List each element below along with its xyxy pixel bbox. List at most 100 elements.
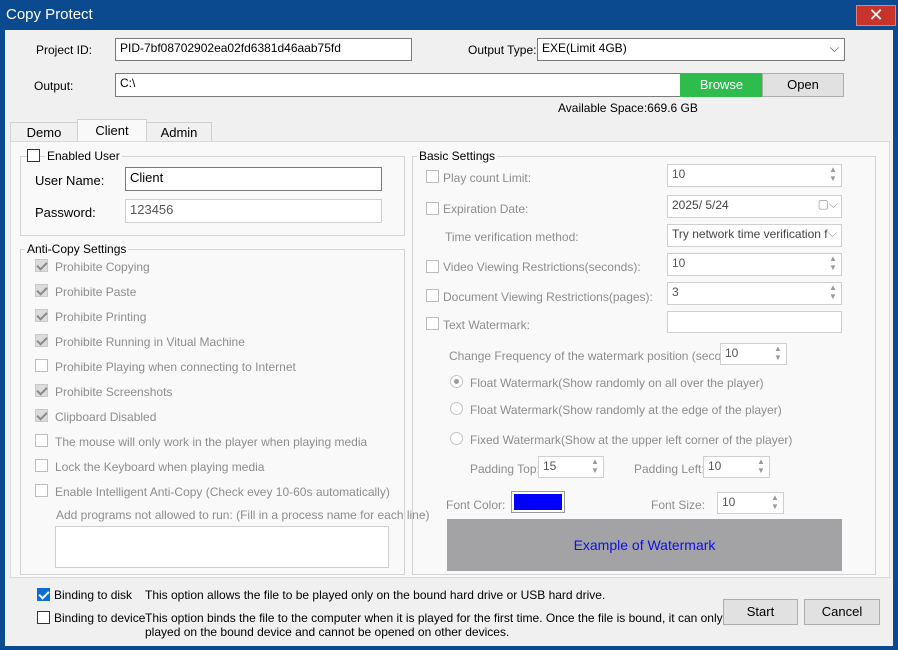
- binding-device-checkbox[interactable]: [37, 611, 50, 624]
- text-watermark-label: Text Watermark:: [443, 318, 530, 332]
- expiration-value: 2025/ 5/24: [672, 198, 729, 212]
- anti-copy-checkbox-0[interactable]: [35, 259, 48, 272]
- video-restrict-stepper[interactable]: 10 ▲ ▼: [667, 253, 842, 276]
- video-restrict-checkbox[interactable]: [426, 260, 439, 273]
- padding-left-label: Padding Left:: [634, 462, 705, 476]
- font-color-swatch[interactable]: [511, 491, 565, 513]
- change-frequency-label: Change Frequency of the watermark positi…: [449, 349, 742, 363]
- programs-label: Add programs not allowed to run: (Fill i…: [56, 508, 430, 522]
- chevron-down-icon: ⌵: [827, 226, 837, 241]
- time-verification-select[interactable]: Try network time verification fir: ⌵: [667, 224, 842, 247]
- binding-disk-label: Binding to disk: [54, 588, 133, 602]
- copy-protect-window: Copy Protect ✕ Project ID: PID-7bf087029…: [0, 0, 898, 650]
- output-type-value: EXE(Limit 4GB): [542, 41, 627, 55]
- start-button[interactable]: Start: [723, 599, 798, 625]
- expiration-checkbox[interactable]: [426, 202, 439, 215]
- binding-device-label: Binding to device: [54, 611, 146, 625]
- window-title: Copy Protect: [6, 6, 93, 23]
- project-id-label: Project ID:: [36, 43, 93, 57]
- anti-copy-checkbox-7[interactable]: [35, 434, 48, 447]
- text-watermark-input[interactable]: [667, 311, 842, 333]
- anti-copy-label-3: Prohibite Running in Vitual Machine: [55, 335, 245, 349]
- client-tab-panel: Enabled User User Name: Client Password:…: [10, 141, 890, 578]
- video-restrict-value: 10: [672, 256, 686, 270]
- radio-float-edge[interactable]: [450, 402, 463, 415]
- password-input[interactable]: 123456: [125, 199, 382, 223]
- anti-copy-checkbox-3[interactable]: [35, 334, 48, 347]
- enabled-user-label: Enabled User: [45, 149, 122, 163]
- anti-copy-checkbox-8[interactable]: [35, 459, 48, 472]
- change-frequency-value: 10: [725, 346, 739, 360]
- tab-demo[interactable]: Demo: [10, 122, 78, 142]
- doc-restrict-label: Document Viewing Restrictions(pages):: [443, 290, 653, 304]
- anti-copy-label-2: Prohibite Printing: [55, 310, 147, 324]
- username-label: User Name:: [35, 173, 105, 188]
- calendar-dropdown-icon: ▢⌵: [817, 197, 838, 211]
- anti-copy-title: Anti-Copy Settings: [25, 242, 129, 256]
- padding-left-value: 10: [708, 459, 722, 473]
- anti-copy-checkbox-9[interactable]: [35, 484, 48, 497]
- basic-settings-title: Basic Settings: [417, 149, 498, 163]
- binding-disk-checkbox[interactable]: [37, 588, 50, 601]
- doc-restrict-checkbox[interactable]: [426, 289, 439, 302]
- anti-copy-label-4: Prohibite Playing when connecting to Int…: [55, 360, 296, 374]
- close-button[interactable]: ✕: [856, 5, 896, 26]
- radio-float-all[interactable]: [450, 375, 463, 388]
- tab-admin[interactable]: Admin: [146, 122, 212, 142]
- anti-copy-label-9: Enable Intelligent Anti-Copy (Check evey…: [55, 485, 390, 499]
- browse-button[interactable]: Browse: [680, 73, 763, 97]
- project-id-field[interactable]: PID-7bf08702902ea02fd6381d46aab75fd: [115, 38, 412, 61]
- output-type-label: Output Type:: [468, 43, 537, 57]
- padding-left-stepper[interactable]: 10 ▲ ▼: [703, 456, 770, 478]
- output-path-field[interactable]: C:\: [115, 73, 681, 97]
- spin-arrows-icon: ▲ ▼: [829, 165, 837, 183]
- font-size-stepper[interactable]: 10 ▲ ▼: [717, 492, 784, 514]
- username-input[interactable]: Client: [125, 167, 382, 191]
- anti-copy-checkbox-5[interactable]: [35, 384, 48, 397]
- anti-copy-label-1: Prohibite Paste: [55, 285, 137, 299]
- radio-float-all-label: Float Watermark(Show randomly on all ove…: [470, 376, 764, 390]
- spin-arrows-icon: ▲ ▼: [829, 254, 837, 272]
- anti-copy-checkbox-1[interactable]: [35, 284, 48, 297]
- anti-copy-label-7: The mouse will only work in the player w…: [55, 435, 368, 449]
- anti-copy-checkbox-2[interactable]: [35, 309, 48, 322]
- anti-copy-checkbox-4[interactable]: [35, 359, 48, 372]
- tab-client[interactable]: Client: [77, 119, 147, 142]
- binding-disk-description: This option allows the file to be played…: [145, 588, 606, 602]
- expiration-date-picker[interactable]: 2025/ 5/24 ▢⌵: [667, 195, 842, 218]
- dialog-body: Project ID: PID-7bf08702902ea02fd6381d46…: [5, 30, 893, 646]
- cancel-button[interactable]: Cancel: [804, 599, 880, 625]
- binding-device-description-line1: This option binds the file to the comput…: [145, 611, 740, 625]
- video-restrict-label: Video Viewing Restrictions(seconds):: [443, 260, 641, 274]
- programs-textarea[interactable]: [55, 526, 389, 568]
- binding-device-description-line2: played on the bound device and cannot be…: [145, 625, 510, 639]
- play-count-value: 10: [672, 167, 686, 181]
- spin-arrows-icon: ▲ ▼: [757, 457, 765, 475]
- available-space: Available Space:669.6 GB: [558, 101, 698, 115]
- output-label: Output:: [34, 79, 74, 93]
- anti-copy-label-6: Clipboard Disabled: [55, 410, 157, 424]
- open-button[interactable]: Open: [762, 73, 844, 97]
- font-size-label: Font Size:: [651, 498, 706, 512]
- anti-copy-label-8: Lock the Keyboard when playing media: [55, 460, 265, 474]
- padding-top-stepper[interactable]: 15 ▲ ▼: [538, 456, 604, 478]
- anti-copy-checkbox-6[interactable]: [35, 409, 48, 422]
- doc-restrict-value: 3: [672, 285, 679, 299]
- title-bar: Copy Protect ✕: [0, 0, 898, 30]
- enabled-user-checkbox[interactable]: [27, 149, 40, 162]
- anti-copy-label-0: Prohibite Copying: [55, 260, 150, 274]
- spin-arrows-icon: ▲ ▼: [829, 283, 837, 301]
- anti-copy-label-5: Prohibite Screenshots: [55, 385, 173, 399]
- spin-arrows-icon: ▲ ▼: [591, 457, 599, 475]
- text-watermark-checkbox[interactable]: [426, 317, 439, 330]
- time-verification-label: Time verification method:: [445, 230, 579, 244]
- play-count-checkbox[interactable]: [426, 170, 439, 183]
- radio-fixed[interactable]: [450, 432, 463, 445]
- output-type-select[interactable]: EXE(Limit 4GB) ⌵: [537, 38, 845, 61]
- play-count-stepper[interactable]: 10 ▲ ▼: [667, 164, 842, 187]
- doc-restrict-stepper[interactable]: 3 ▲ ▼: [667, 282, 842, 305]
- change-frequency-stepper[interactable]: 10 ▲ ▼: [720, 343, 787, 365]
- padding-top-value: 15: [543, 459, 557, 473]
- expiration-label: Expiration Date:: [443, 202, 529, 216]
- spin-arrows-icon: ▲ ▼: [771, 493, 779, 511]
